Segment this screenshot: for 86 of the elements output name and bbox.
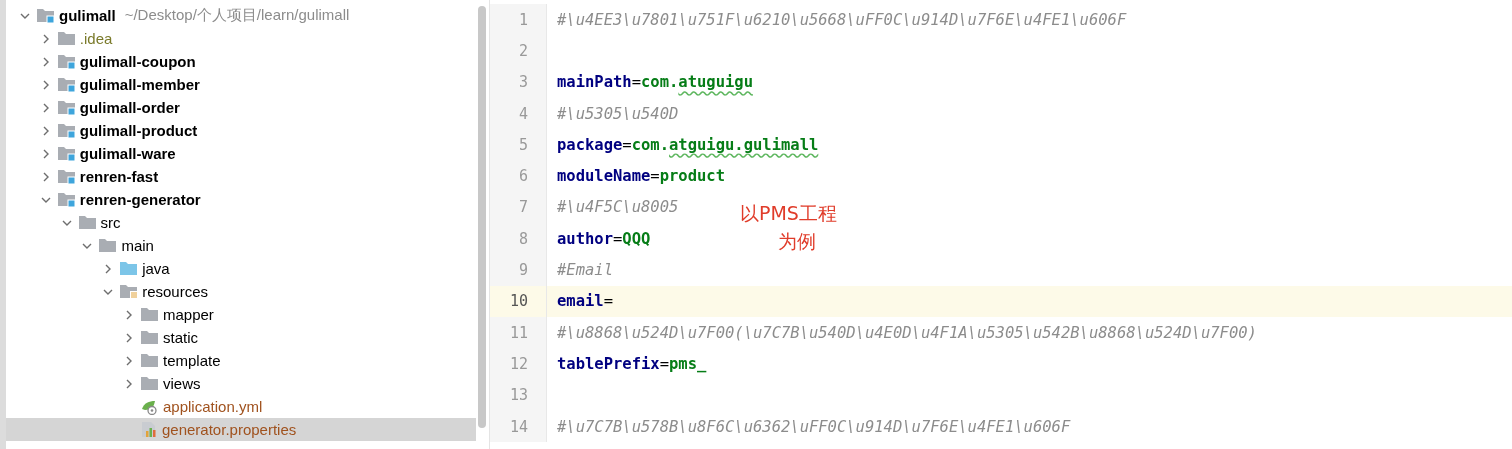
- folder-icon: [99, 238, 117, 253]
- code-line: #\u5305\u540D: [557, 104, 679, 123]
- code-line: #\u4F5C\u8005: [557, 198, 679, 217]
- item-label: renren-fast: [79, 168, 159, 185]
- item-label: mapper: [163, 306, 214, 323]
- code-line: #\u4EE3\u7801\u751F\u6210\u5668\uFF0C\u914D\u7F6E\u4FE1\u606F: [557, 10, 1127, 29]
- folder-icon: [141, 353, 158, 368]
- item-label: static: [163, 329, 198, 346]
- line-number: 1: [490, 4, 547, 36]
- folder-icon: [141, 307, 158, 322]
- line-number: 5: [490, 129, 547, 161]
- line-number: 2: [490, 35, 547, 67]
- line-number: 7: [490, 191, 547, 224]
- module-folder-icon: [57, 54, 75, 69]
- item-label: gulimall-order: [79, 99, 180, 116]
- tree-item[interactable]: gulimall-ware: [6, 142, 476, 165]
- line-number: 6: [490, 160, 547, 192]
- module-folder-icon: [57, 100, 75, 115]
- tree-item[interactable]: gulimall-order: [6, 96, 476, 119]
- line-number: 4: [490, 97, 547, 130]
- project-path: ~/Desktop/个人项目/learn/gulimall: [124, 6, 350, 25]
- item-label: gulimall-ware: [79, 145, 176, 162]
- line-number: 14: [490, 410, 547, 443]
- tree-item[interactable]: gulimall-product: [6, 119, 476, 142]
- item-label: gulimall-product: [79, 122, 198, 139]
- module-folder-icon: [57, 146, 75, 161]
- item-label: template: [163, 352, 221, 369]
- code-line: tablePrefix=pms_: [557, 354, 707, 373]
- folder-icon: [141, 376, 158, 391]
- item-label: renren-generator: [79, 191, 201, 208]
- line-number: 3: [490, 66, 547, 98]
- tree-item[interactable]: main: [6, 234, 476, 257]
- code-line: #\u8868\u524D\u7F00(\u7C7B\u540D\u4E0D\u4F1A\u5305\u542B\u8868\u524D\u7F00): [557, 323, 1257, 342]
- tree-item[interactable]: static: [6, 326, 476, 349]
- bar-chart-file-icon: [141, 421, 157, 438]
- tree-item[interactable]: generator.properties: [6, 418, 476, 441]
- annotation-text: 为例: [778, 229, 816, 254]
- line-number: 9: [490, 254, 547, 286]
- item-label: .idea: [79, 30, 113, 47]
- line-number: 12: [490, 348, 547, 380]
- tree-item[interactable]: renren-fast: [6, 165, 476, 188]
- module-folder-icon: [57, 169, 75, 184]
- line-number: 8: [490, 223, 547, 255]
- tree-item[interactable]: renren-generator: [6, 188, 476, 211]
- code-line: author=QQQ: [557, 229, 651, 248]
- tree-item[interactable]: java: [6, 257, 476, 280]
- module-folder-icon: [37, 8, 54, 23]
- tree-item[interactable]: template: [6, 349, 476, 372]
- line-number: 11: [490, 316, 547, 349]
- tree-item[interactable]: gulimall-coupon: [6, 50, 476, 73]
- item-label: main: [121, 237, 154, 254]
- item-label: views: [163, 375, 201, 392]
- tree-item[interactable]: application.yml: [6, 395, 476, 418]
- module-folder-icon: [57, 77, 75, 92]
- tree-item[interactable]: src: [6, 211, 476, 234]
- code-line: #\u7C7B\u578B\u8F6C\u6362\uFF0C\u914D\u7F6E\u4FE1\u606F: [557, 417, 1071, 436]
- module-folder-icon: [57, 192, 75, 207]
- resource-folder-icon: [120, 284, 138, 299]
- item-label: gulimall-member: [79, 76, 200, 93]
- tree-item[interactable]: gulimall ~/Desktop/个人项目/learn/gulimall: [6, 4, 476, 27]
- folder-icon: [141, 330, 158, 345]
- item-label: gulimall-coupon: [79, 53, 196, 70]
- code-line: package=com.atguigu.gulimall: [557, 135, 819, 154]
- tree-item[interactable]: views: [6, 372, 476, 395]
- item-label: java: [142, 260, 170, 277]
- folder-icon: [120, 261, 138, 276]
- tree-item[interactable]: gulimall-member: [6, 73, 476, 96]
- folder-icon: [57, 31, 75, 46]
- code-line: mainPath=com.atuguigu: [557, 73, 753, 92]
- item-label: gulimall: [59, 7, 116, 24]
- line-number: 13: [490, 379, 547, 411]
- item-label: generator.properties: [162, 421, 297, 438]
- tree-item[interactable]: mapper: [6, 303, 476, 326]
- scrollbar[interactable]: [478, 6, 486, 428]
- tree-item[interactable]: .idea: [6, 27, 476, 50]
- tree-item[interactable]: resources: [6, 280, 476, 303]
- folder-icon: [78, 215, 96, 230]
- item-label: resources: [142, 283, 209, 300]
- module-folder-icon: [57, 123, 75, 138]
- code-line: moduleName=product: [557, 167, 725, 186]
- annotation-text: 以PMS工程: [740, 201, 837, 226]
- code-line: #Email: [557, 261, 613, 279]
- item-label: application.yml: [163, 398, 263, 415]
- code-line: email=: [557, 292, 613, 311]
- leaf-gear-icon: [141, 398, 158, 415]
- item-label: src: [100, 214, 121, 231]
